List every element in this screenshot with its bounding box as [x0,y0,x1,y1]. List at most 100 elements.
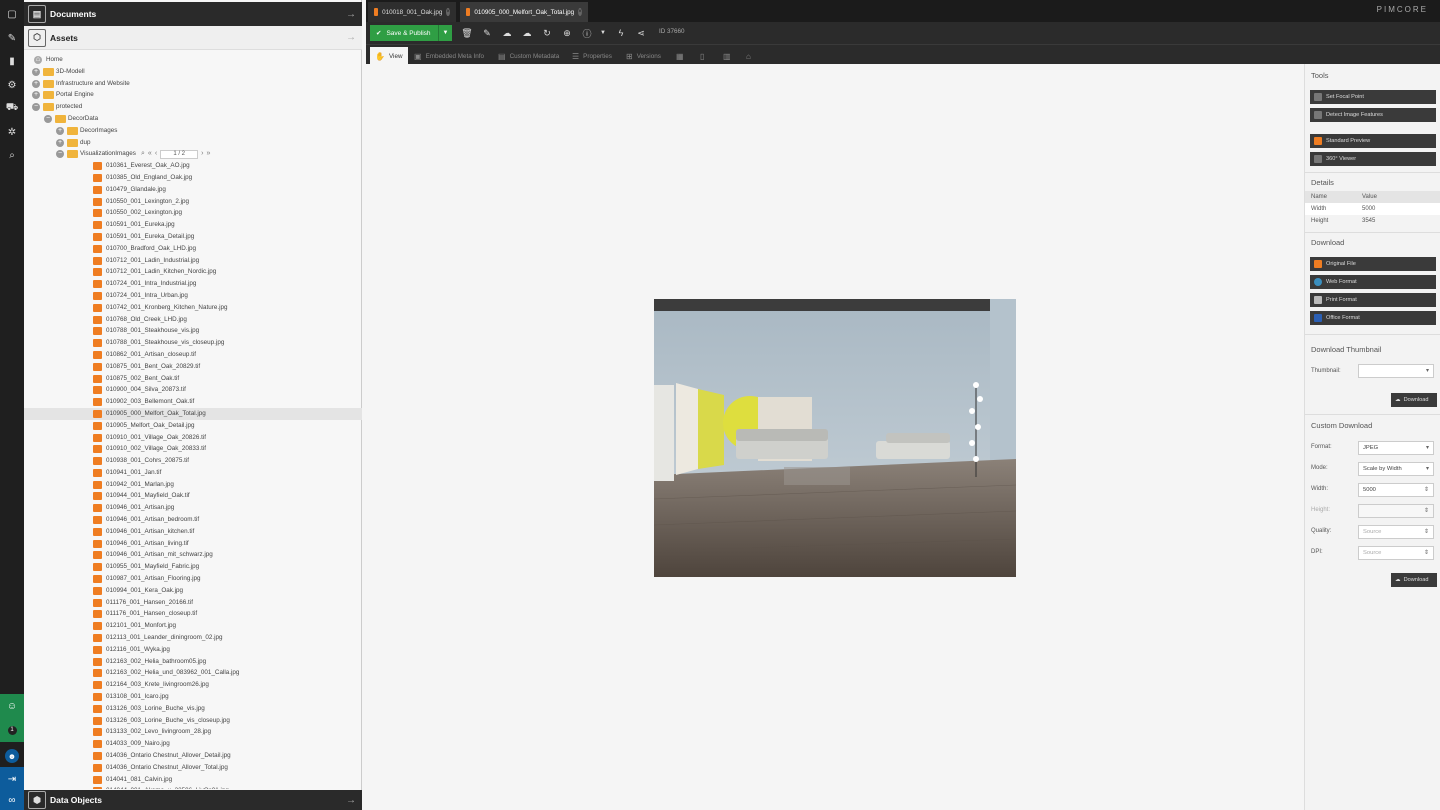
user-green-icon[interactable]: ☺ [0,694,24,718]
data-objects-panel-header[interactable]: ⬢ Data Objects → [24,790,362,810]
quality-input[interactable]: Source ⇕ [1358,525,1434,539]
tree-item-asset[interactable]: 010905_Melfort_Oak_Detail.jpg [24,420,362,432]
tree-item-asset[interactable]: 012163_002_Helia_bathroom05.jpg [24,656,362,668]
tab-embedded-meta-info[interactable]: ▣ Embedded Meta Info [409,47,489,65]
tree-item-folder[interactable]: ⌂ Home [24,54,362,66]
search-icon[interactable]: ⌕ [141,148,145,160]
tree-item-asset[interactable]: 010900_004_Silva_20873.tif [24,384,362,396]
tree-item-asset[interactable]: 013126_003_Lorine_Buche_vis.jpg [24,703,362,715]
tab-schedule[interactable]: ▦ [671,47,689,65]
tab-dependencies[interactable]: ▯ [695,47,709,65]
tree-item-asset[interactable]: 010361_Everest_Oak_AO.jpg [24,160,362,172]
tree-item-asset[interactable]: 010788_001_Steakhouse_vis_closeup.jpg [24,337,362,349]
tree-item-asset[interactable]: 010724_001_Intra_Urban.jpg [24,290,362,302]
page-input[interactable]: 1 / 2 [160,149,199,159]
info-icon[interactable]: ⓘ [580,26,594,40]
mode-select[interactable]: Scale by Width ▾ [1358,462,1434,476]
tab-melfort[interactable]: 010905_000_Melfort_Oak_Total.jpg × [460,2,588,22]
tree-item-asset[interactable]: 014041_081_Calvin.jpg [24,774,362,786]
tree-item-asset[interactable]: 012163_002_Helia_und_083962_001_Calla.jp… [24,667,362,679]
thumbnail-select[interactable]: ▾ [1358,364,1434,378]
tree-item-asset[interactable]: 010946_001_Artisan_mit_schwarz.jpg [24,549,362,561]
stepper-icon[interactable]: ⇕ [1424,547,1429,559]
reload-icon[interactable]: ↻ [540,26,554,40]
collapse-icon[interactable]: − [56,150,64,159]
tree-item-asset[interactable]: 011176_001_Hansen_closeup.tif [24,608,362,620]
flash-icon[interactable]: ϟ [614,26,628,40]
tree-item-asset[interactable]: 010946_001_Artisan.jpg [24,502,362,514]
tree-item-asset[interactable]: 012113_001_Leander_diningroom_02.jpg [24,632,362,644]
tab-properties[interactable]: ☰ Properties [567,47,617,65]
tree-item-asset[interactable]: 010994_001_Kera_Oak.jpg [24,585,362,597]
close-tab-icon[interactable]: × [446,8,450,16]
download-icon[interactable]: ☁ [520,26,534,40]
format-select[interactable]: JPEG ▾ [1358,441,1434,455]
analytics-icon[interactable]: ▮ [4,53,20,69]
next-page-icon[interactable]: › [201,148,203,160]
tree-item-asset[interactable]: 010946_001_Artisan_kitchen.tif [24,526,362,538]
collapse-icon[interactable]: − [32,103,40,112]
delete-icon[interactable]: 🗑 [460,26,474,40]
expand-icon[interactable]: + [56,126,64,135]
tree-item-asset[interactable]: 010987_001_Artisan_Flooring.jpg [24,573,362,585]
notifications-icon[interactable]: 1 [0,718,24,742]
web-format-button[interactable]: Web Format [1310,275,1436,289]
set-focal-point-button[interactable]: Set Focal Point [1310,90,1436,104]
tree-item-asset[interactable]: 010910_002_Village_Oak_20833.tif [24,443,362,455]
tree-item-asset[interactable]: 014036_Ontario Chestnut_Allover_Total.jp… [24,762,362,774]
upload-icon[interactable]: ☁ [500,26,514,40]
tree-item-asset[interactable]: 010942_001_Marlan.jpg [24,479,362,491]
tree-item-asset[interactable]: 013108_001_Icaro.jpg [24,691,362,703]
tree-item-asset[interactable]: 010862_001_Artisan_closeup.tif [24,349,362,361]
tools-icon[interactable]: ✎ [4,30,20,46]
tree-item-folder[interactable]: + dup [24,137,362,149]
document-icon[interactable]: ▢ [4,6,20,22]
download-thumbnail-button[interactable]: ☁ Download [1391,393,1437,407]
first-page-icon[interactable]: « [148,148,152,160]
custom-download-button[interactable]: ☁ Download [1391,573,1437,587]
tree-item-asset[interactable]: 010700_Bradford_Oak_LHD.jpg [24,243,362,255]
stepper-icon[interactable]: ⇕ [1424,484,1429,496]
tree-item-asset[interactable]: 010875_001_Bent_Oak_20829.tif [24,361,362,373]
tree-item-folder[interactable]: + DecorImages [24,125,362,137]
tree-item-asset[interactable]: 010385_Old_England_Oak.jpg [24,172,362,184]
tree-item-asset[interactable]: 010938_001_Cohrs_20875.tif [24,455,362,467]
expand-arrow-icon[interactable]: → [346,795,356,806]
expand-icon[interactable]: + [56,138,64,147]
share-icon[interactable]: ⋖ [634,26,648,40]
tree-item-asset[interactable]: 011176_001_Hansen_20166.tif [24,597,362,609]
tree-item-folder[interactable]: − VisualizationImages ⌕ «‹ 1 / 2 › » [24,148,362,160]
settings-icon[interactable]: ⚙ [4,77,20,93]
save-dropdown-icon[interactable]: ▼ [438,25,452,41]
tree-item-asset[interactable]: 013133_002_Levo_livingroom_28.jpg [24,726,362,738]
tree-item-asset[interactable]: 010941_001_Jan.tif [24,467,362,479]
print-format-button[interactable]: Print Format [1310,293,1436,307]
tree-item-folder[interactable]: + Portal Engine [24,89,362,101]
stepper-icon[interactable]: ⇕ [1424,526,1429,538]
expand-arrow-icon[interactable]: → [346,32,356,43]
search-icon[interactable]: ⌕ [4,147,20,163]
tree-item-folder[interactable]: +3D-Modell [24,66,362,78]
tree-item-asset[interactable]: 010742_001_Kronberg_Kitchen_Nature.jpg [24,302,362,314]
viewer-360-button[interactable]: 360° Viewer [1310,152,1436,166]
dpi-input[interactable]: Source ⇕ [1358,546,1434,560]
tree-item-asset[interactable]: 010768_Old_Creek_LHD.jpg [24,314,362,326]
tab-tags[interactable]: ⌂ [741,47,756,65]
detect-features-button[interactable]: Detect Image Features [1310,108,1436,122]
tree-item-asset[interactable]: 010902_003_Bellemont_Oak.tif [24,396,362,408]
assets-panel-header[interactable]: ⬡ Assets → [24,26,362,50]
expand-icon[interactable]: + [32,91,40,100]
tree-item-asset[interactable]: 010479_Glandale.jpg [24,184,362,196]
last-page-icon[interactable]: » [207,148,211,160]
tree-item-asset[interactable]: 010910_001_Village_Oak_20826.tif [24,432,362,444]
profile-icon[interactable]: ☻ [0,744,24,768]
logout-icon[interactable]: ⇥ [0,767,24,791]
tree-item-asset[interactable]: 010591_001_Eureka_Detail.jpg [24,231,362,243]
close-tab-icon[interactable]: × [578,8,582,16]
standard-preview-button[interactable]: Standard Preview [1310,134,1436,148]
tree-item-folder[interactable]: + Infrastructure and Website [24,78,362,90]
tree-item-asset[interactable]: 010905_000_Melfort_Oak_Total.jpg [24,407,362,420]
tree-item-asset[interactable]: 012116_001_Wyka.jpg [24,644,362,656]
tree-item-asset[interactable]: 012101_001_Monfort.jpg [24,620,362,632]
tab-versions[interactable]: ⊞ Versions [621,47,666,65]
